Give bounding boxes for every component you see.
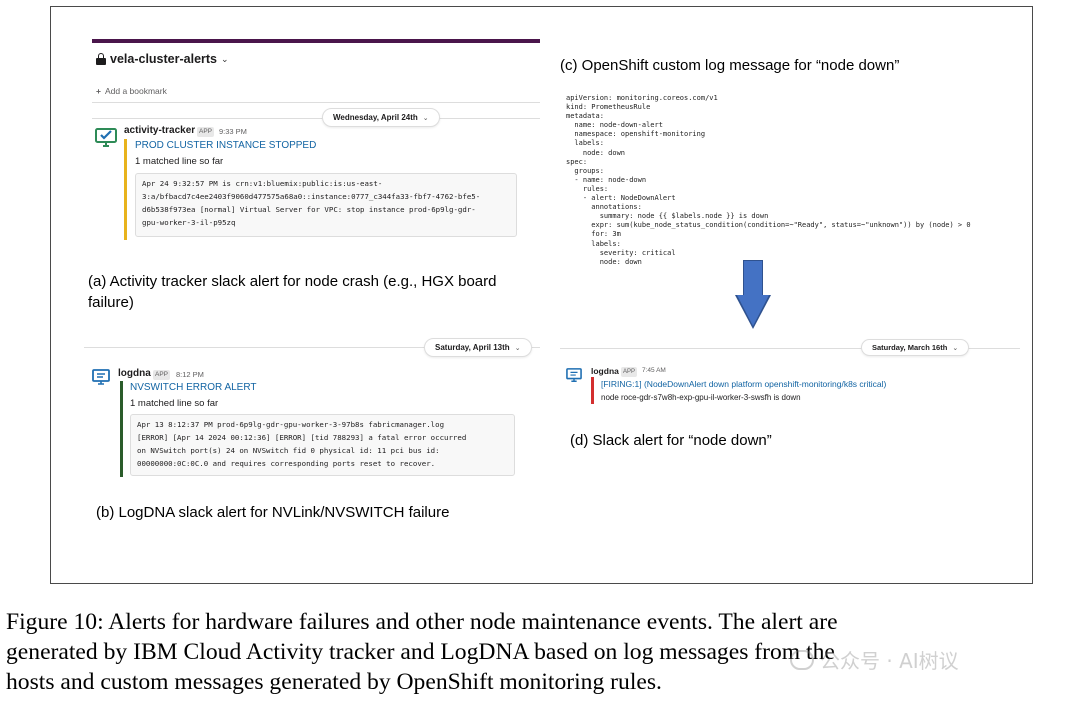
yaml-line: kind: PrometheusRule [566, 103, 651, 112]
log-line: 00000000:0C:0C.0 and requires correspond… [137, 459, 436, 468]
date-pill[interactable]: Saturday, March 16th ⌄ [861, 339, 970, 356]
yaml-line: apiVersion: monitoring.coreos.com/v1 [566, 94, 718, 102]
subcaption-a-line: (a) Activity tracker slack alert for nod… [88, 273, 497, 290]
monitor-list-icon [566, 368, 582, 382]
date-pill-label: Wednesday, April 24th [333, 113, 418, 122]
message-time[interactable]: 8:12 PM [176, 370, 204, 379]
attachment-accent-bar [591, 377, 594, 404]
log-code-block: Apr 13 8:12:37 PM prod-6p9lg-gdr-gpu-wor… [130, 414, 515, 476]
wechat-icon [790, 649, 814, 670]
log-line: gpu-worker-3-il-p95zq [142, 218, 236, 227]
log-line: [ERROR] [Apr 14 2024 00:12:36] [ERROR] [… [137, 433, 467, 442]
matched-count: 1 matched line so far [135, 156, 224, 167]
yaml-line: summary: node {{ $labels.node }} is down [566, 212, 769, 221]
log-code-block: Apr 24 9:32:57 PM is crn:v1:bluemix:publ… [135, 173, 517, 237]
date-pill[interactable]: Wednesday, April 24th ⌄ [322, 108, 440, 127]
yaml-line: namespace: openshift-monitoring [566, 130, 706, 139]
yaml-line: rules: [566, 184, 609, 193]
subcaption-c: (c) OpenShift custom log message for “no… [560, 57, 900, 74]
node-down-message: node roce-gdr-s7w8h-exp-gpu-il-worker-3-… [601, 393, 801, 402]
watermark-text: 公众号 · AI树议 [820, 649, 959, 673]
log-line: 3:a/bfbacd7c4ee2403f9060d477575a68a0::in… [142, 192, 481, 201]
app-badge: APP [197, 127, 215, 137]
app-badge: APP [621, 367, 638, 377]
yaml-line: annotations: [566, 203, 642, 212]
yaml-line: - alert: NodeDownAlert [566, 194, 676, 203]
yaml-line: labels: [566, 139, 604, 148]
chevron-down-icon: ⌄ [514, 344, 521, 352]
subcaption-b: (b) LogDNA slack alert for NVLink/NVSWIT… [96, 504, 450, 521]
yaml-rule-block: apiVersion: monitoring.coreos.com/v1 kind… [566, 94, 1026, 278]
add-bookmark-label: Add a bookmark [104, 86, 167, 96]
yaml-line: groups: [566, 166, 604, 175]
chevron-down-icon: ⌄ [221, 53, 229, 64]
app-name[interactable]: logdna [591, 366, 619, 376]
firing-alert-link[interactable]: [FIRING:1] (NodeDownAlert down platform … [601, 379, 886, 389]
chevron-down-icon: ⌄ [422, 114, 429, 122]
date-pill-label: Saturday, April 13th [435, 343, 510, 352]
date-pill[interactable]: Saturday, April 13th ⌄ [424, 338, 532, 357]
watermark: 公众号 · AI树议 [790, 645, 959, 674]
alert-title-link[interactable]: PROD CLUSTER INSTANCE STOPPED [135, 140, 316, 151]
figure-caption-line: Figure 10: Alerts for hardware failures … [6, 609, 838, 635]
yaml-line: severity: critical [566, 248, 676, 257]
channel-name: vela-cluster-alerts [110, 52, 218, 66]
yaml-line: spec: [566, 157, 588, 166]
channel-header[interactable]: vela-cluster-alerts ⌄ [96, 52, 229, 66]
yaml-line: labels: [566, 239, 621, 248]
app-badge: APP [153, 370, 171, 380]
attachment-accent-bar [124, 139, 127, 240]
app-name[interactable]: activity-tracker [124, 125, 195, 136]
lock-icon [96, 53, 106, 65]
date-pill-label: Saturday, March 16th [872, 343, 948, 352]
down-arrow-shaft [743, 260, 763, 296]
chevron-down-icon: ⌄ [952, 344, 959, 352]
matched-count: 1 matched line so far [130, 398, 219, 409]
log-line: on NVSwitch port(s) 24 on NVSwitch fid 0… [137, 446, 440, 455]
yaml-line: node: down [566, 257, 642, 266]
monitor-list-icon [92, 369, 110, 385]
subcaption-d: (d) Slack alert for “node down” [570, 432, 772, 449]
monitor-check-icon [95, 128, 117, 147]
subcaption-a: (a) Activity tracker slack alert for nod… [88, 271, 497, 313]
attachment-accent-bar [120, 381, 123, 477]
plus-icon: + [96, 86, 101, 96]
yaml-line: for: 3m [566, 230, 621, 239]
date-divider [92, 118, 540, 119]
subcaption-a-line: failure) [88, 294, 134, 311]
yaml-line: node: down [566, 148, 626, 157]
channel-header-bar [92, 39, 540, 43]
alert-title-link[interactable]: NVSWITCH ERROR ALERT [130, 382, 257, 393]
add-bookmark-button[interactable]: + Add a bookmark [96, 86, 167, 96]
log-line: Apr 13 8:12:37 PM prod-6p9lg-gdr-gpu-wor… [137, 420, 445, 429]
yaml-line: - name: node-down [566, 175, 647, 184]
bookmark-divider [92, 102, 540, 103]
app-name[interactable]: logdna [118, 368, 151, 379]
yaml-line: expr: sum(kube_node_status_condition(con… [566, 221, 971, 230]
message-time[interactable]: 7:45 AM [642, 367, 666, 374]
log-line: d6b538f973ea [normal] Virtual Server for… [142, 205, 476, 214]
log-line: Apr 24 9:32:57 PM is crn:v1:bluemix:publ… [142, 179, 383, 188]
message-time[interactable]: 9:33 PM [219, 127, 247, 136]
yaml-line: metadata: [566, 112, 604, 121]
yaml-line: name: node-down-alert [566, 121, 663, 130]
down-arrow-head-fill [737, 295, 769, 326]
